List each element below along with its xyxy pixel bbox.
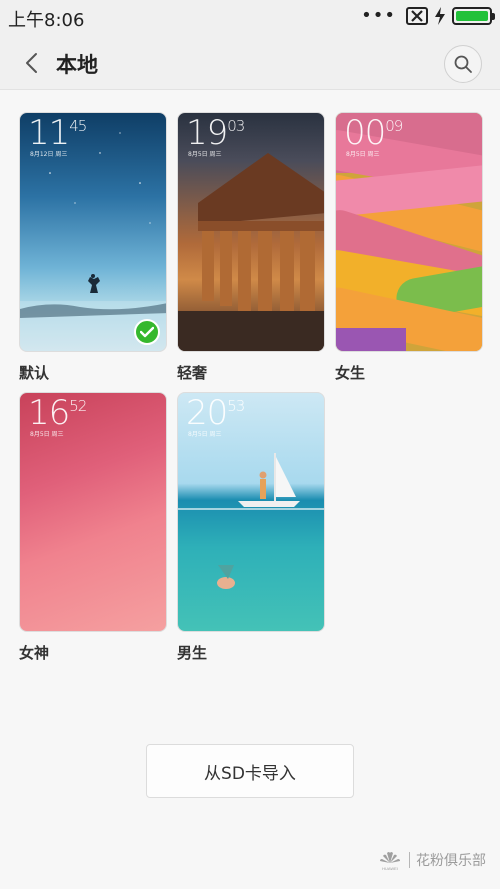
- page-title: 本地: [56, 53, 98, 77]
- more-dots-icon: •••: [361, 5, 396, 26]
- theme-thumbnail[interactable]: 0009 8月5日 周三: [335, 112, 483, 352]
- theme-card-goddess[interactable]: 1652 8月5日 周三 女神: [19, 392, 167, 663]
- stars-decor: [20, 132, 166, 351]
- thumb-date: 8月5日 周三: [188, 151, 222, 158]
- thumb-date: 8月5日 周三: [346, 151, 380, 158]
- huawei-logo-icon: HUAWEI: [380, 852, 400, 871]
- sim-x-icon: [406, 7, 428, 25]
- theme-card-girl[interactable]: 0009 8月5日 周三 女生: [335, 112, 483, 383]
- thumb-clock: 2053: [186, 393, 245, 433]
- battery-icon: [452, 7, 495, 25]
- watermark: HUAWEI 花粉俱乐部: [377, 849, 486, 871]
- theme-thumbnail[interactable]: 1145 8月12日 周三: [19, 112, 167, 352]
- charging-bolt-icon: [434, 7, 446, 25]
- thumb-date: 8月5日 周三: [188, 431, 222, 438]
- battery-fill: [456, 11, 488, 21]
- import-from-sd-button[interactable]: 从SD卡导入: [146, 744, 354, 798]
- watermark-text: 花粉俱乐部: [416, 853, 486, 869]
- theme-card-boy[interactable]: 2053 8月5日 周三 男生: [177, 392, 325, 663]
- search-button[interactable]: [444, 45, 482, 83]
- svg-text:HUAWEI: HUAWEI: [382, 866, 398, 871]
- theme-label: 轻奢: [177, 364, 208, 382]
- selected-check-badge: [134, 319, 160, 345]
- theme-label: 女神: [19, 644, 50, 662]
- theme-label: 默认: [19, 364, 50, 382]
- thumb-date: 8月5日 周三: [30, 431, 64, 438]
- status-icons: •••: [361, 5, 495, 26]
- chevron-left-icon: [26, 53, 37, 73]
- thumb-clock: 1652: [28, 393, 87, 433]
- thumb-clock: 0009: [344, 113, 403, 153]
- thumb-clock: 1903: [186, 113, 245, 153]
- header: 本地: [0, 36, 500, 90]
- watermark-separator: [409, 852, 410, 868]
- theme-thumbnail[interactable]: 1903 8月5日 周三: [177, 112, 325, 352]
- status-time: 上午8:06: [8, 10, 85, 31]
- theme-label: 女生: [335, 364, 366, 382]
- theme-thumbnail[interactable]: 2053 8月5日 周三: [177, 392, 325, 632]
- search-icon: [454, 55, 472, 73]
- theme-label: 男生: [177, 644, 208, 662]
- check-icon: [140, 326, 154, 338]
- status-bar: 上午8:06 •••: [0, 0, 500, 36]
- back-button[interactable]: [16, 48, 46, 78]
- theme-thumbnail[interactable]: 1652 8月5日 周三: [19, 392, 167, 632]
- theme-card-default[interactable]: 1145 8月12日 周三 默认: [19, 112, 167, 383]
- theme-card-luxury[interactable]: 1903 8月5日 周三 轻奢: [177, 112, 325, 383]
